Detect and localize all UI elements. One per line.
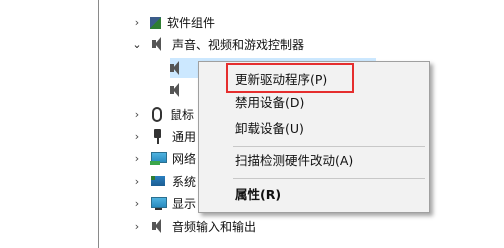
network-monitor-icon (150, 150, 167, 166)
speaker-icon (168, 82, 184, 98)
tree-item-audio-io[interactable]: › 音频输入和输出 (130, 215, 256, 237)
menu-item-disable-device[interactable]: 禁用设备(D) (235, 93, 304, 113)
component-icon (150, 17, 161, 29)
chevron-right-icon[interactable]: › (130, 197, 144, 210)
speaker-icon (150, 36, 166, 52)
tree-item-label: 显示 (172, 196, 197, 211)
menu-item-scan-hardware[interactable]: 扫描检测硬件改动(A) (235, 151, 353, 171)
display-icon (150, 195, 167, 211)
tree-item-audio-device[interactable] (162, 79, 190, 101)
tree-item-audio-device-selected[interactable] (162, 57, 190, 79)
panel-divider (98, 0, 99, 248)
chevron-right-icon[interactable]: › (130, 108, 144, 121)
tree-item-label: 声音、视频和游戏控制器 (172, 37, 305, 52)
mouse-icon (152, 106, 162, 122)
menu-item-properties[interactable]: 属性(R) (235, 185, 281, 205)
tree-item-universal[interactable]: › 通用 (130, 125, 196, 147)
chevron-right-icon[interactable]: › (130, 220, 144, 233)
tree-item-label: 系统 (172, 174, 197, 189)
tree-item-label: 网络 (172, 151, 197, 166)
tree-item-system[interactable]: › 系统 (130, 170, 196, 192)
tree-item-network[interactable]: › 网络 (130, 147, 196, 169)
tree-item-label: 音频输入和输出 (172, 219, 257, 234)
speaker-icon (168, 60, 184, 76)
menu-item-uninstall-device[interactable]: 卸载设备(U) (235, 119, 304, 139)
usb-plug-icon (150, 128, 166, 144)
tree-item-software-components[interactable]: › 软件组件 (130, 11, 215, 33)
tree-item-label: 软件组件 (167, 15, 216, 30)
speaker-icon (150, 218, 166, 234)
menu-separator (233, 146, 425, 147)
chevron-right-icon[interactable]: › (130, 152, 144, 165)
chevron-right-icon[interactable]: › (130, 130, 144, 143)
tree-item-label: 通用 (172, 129, 197, 144)
menu-separator (233, 178, 425, 179)
chevron-right-icon[interactable]: › (130, 16, 144, 29)
system-icon (150, 173, 166, 189)
tree-item-display[interactable]: › 显示 (130, 192, 196, 214)
chevron-down-icon[interactable]: ⌄ (130, 38, 144, 51)
tree-item-label: 鼠标 (170, 107, 195, 122)
annotation-highlight-box (226, 63, 354, 93)
chevron-right-icon[interactable]: › (130, 175, 144, 188)
tree-item-mouse[interactable]: › 鼠标 (130, 103, 194, 125)
tree-item-sound-video-game[interactable]: ⌄ 声音、视频和游戏控制器 (130, 33, 304, 55)
